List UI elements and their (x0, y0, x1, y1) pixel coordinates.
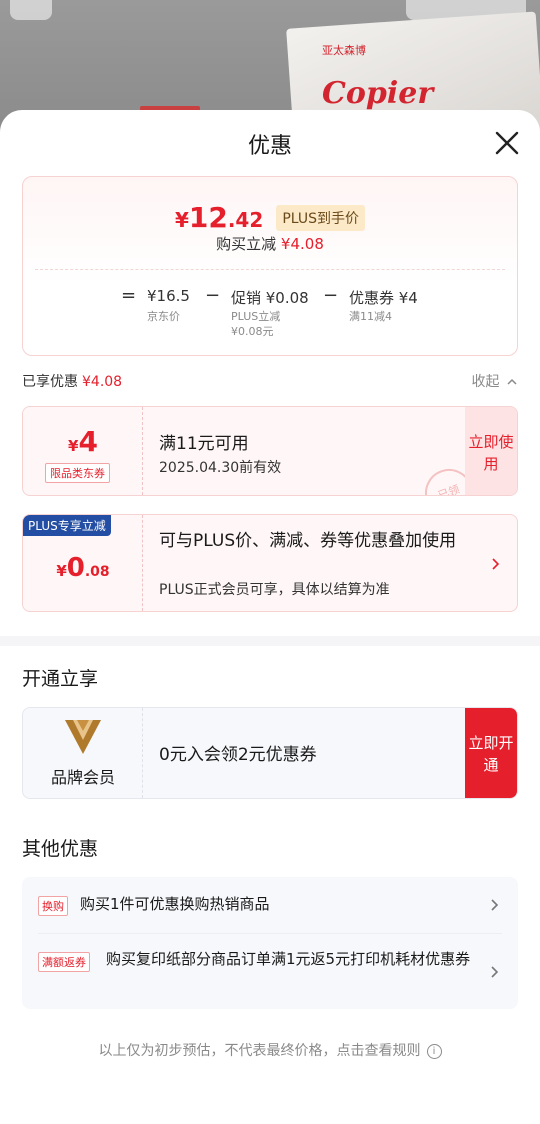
coupon-sub: 满11减4 (349, 310, 392, 323)
jd-price-label: 京东价 (147, 310, 180, 323)
final-price: ¥12.42 (174, 201, 264, 234)
coupon-amount: ¥4 (68, 425, 98, 458)
plus-amount: ¥0.08 (56, 553, 110, 583)
buy-discount-line: 购买立减 ¥4.08 (23, 233, 517, 254)
plus-price-tag: PLUS到手价 (276, 204, 366, 231)
info-icon[interactable]: i (426, 1043, 442, 1059)
plus-subtitle: PLUS正式会员可享，具体以结算为准 (159, 582, 390, 598)
discount-sheet: 优惠 ¥12.42 PLUS到手价 购买立减 ¥4.08 = ¥16.5 京东价… (0, 110, 540, 1124)
list-item[interactable]: 换购 购买1件可优惠换购热销商品 (22, 877, 518, 933)
member-offer-text: 0元入会领2元优惠券 (159, 745, 317, 765)
coupon-type-tag: 限品类东券 (45, 463, 110, 483)
coupon-value-panel: ¥4 限品类东券 (23, 407, 143, 495)
chevron-right-icon (492, 558, 500, 570)
brand-member-logo-icon (65, 720, 101, 754)
summary-divider (35, 269, 505, 270)
offer-text: 购买1件可优惠换购热销商品 (80, 895, 270, 913)
offer-tag: 换购 (38, 896, 68, 916)
enjoyed-discount: 已享优惠 ¥4.08 (22, 371, 122, 391)
footer-text: 以上仅为初步预估，不代表最终价格，点击查看规则 (98, 1043, 421, 1059)
back-button[interactable] (10, 0, 52, 20)
coupon-title: 满11元可用 (159, 434, 249, 454)
chevron-right-icon (491, 899, 499, 911)
coupon-value: 优惠券 ¥4 (349, 289, 418, 307)
collapse-button[interactable]: 收起 (472, 371, 518, 391)
minus-sign: − (323, 285, 339, 306)
enjoyed-value: ¥4.08 (82, 374, 123, 390)
member-logo-panel: 品牌会员 (23, 708, 143, 798)
chevron-up-icon (507, 378, 517, 385)
plus-badge: PLUS专享立减 (23, 515, 111, 536)
buy-label: 购买立减 (216, 235, 277, 253)
list-item[interactable]: 满额返券 购买复印纸部分商品订单满1元返5元打印机耗材优惠券 (22, 934, 518, 1009)
minus-sign: − (205, 285, 221, 306)
chevron-right-icon (491, 966, 499, 978)
offer-tag: 满额返券 (38, 952, 90, 972)
coupon-card: ¥4 限品类东券 满11元可用 2025.04.30前有效 已领 立即使用 (22, 406, 518, 496)
close-icon[interactable] (494, 130, 520, 156)
section-divider (0, 636, 540, 646)
offer-text: 购买复印纸部分商品订单满1元返5元打印机耗材优惠券 (106, 950, 471, 968)
plus-discount-card[interactable]: ¥0.08 PLUS专享立减 可与PLUS价、满减、券等优惠叠加使用 PLUS正… (22, 514, 518, 612)
enjoyed-label: 已享优惠 (22, 374, 78, 390)
promo-value: 促销 ¥0.08 (231, 289, 309, 307)
promo-sub: PLUS立减 (231, 310, 281, 323)
collapse-label: 收起 (471, 374, 500, 390)
buy-value: ¥4.08 (280, 235, 324, 253)
open-member-button[interactable]: 立即开通 (465, 708, 517, 798)
rules-footer[interactable]: 以上仅为初步预估，不代表最终价格，点击查看规则 i (0, 1040, 540, 1060)
jd-price: ¥16.5 (147, 287, 190, 305)
promo-sub-value: ¥0.08元 (231, 325, 274, 338)
price-summary: ¥12.42 PLUS到手价 购买立减 ¥4.08 = ¥16.5 京东价 − … (22, 176, 518, 356)
use-coupon-button[interactable]: 立即使用 (465, 407, 517, 495)
other-offers-list: 换购 购买1件可优惠换购热销商品 满额返券 购买复印纸部分商品订单满1元返5元打… (22, 877, 518, 1009)
other-section-title: 其他优惠 (22, 838, 99, 860)
coupon-expiry: 2025.04.30前有效 (159, 460, 282, 476)
price-row: ¥12.42 PLUS到手价 (23, 201, 517, 234)
equals-sign: = (121, 285, 137, 306)
product-logo: 亚太森博 (322, 44, 366, 57)
plus-title: 可与PLUS价、满减、券等优惠叠加使用 (159, 531, 457, 551)
brand-member-card: 品牌会员 0元入会领2元优惠券 立即开通 (22, 707, 518, 799)
member-name: 品牌会员 (50, 768, 115, 787)
product-brand: Copier (322, 76, 434, 111)
open-section-title: 开通立享 (22, 668, 99, 690)
sheet-title: 优惠 (247, 134, 292, 159)
